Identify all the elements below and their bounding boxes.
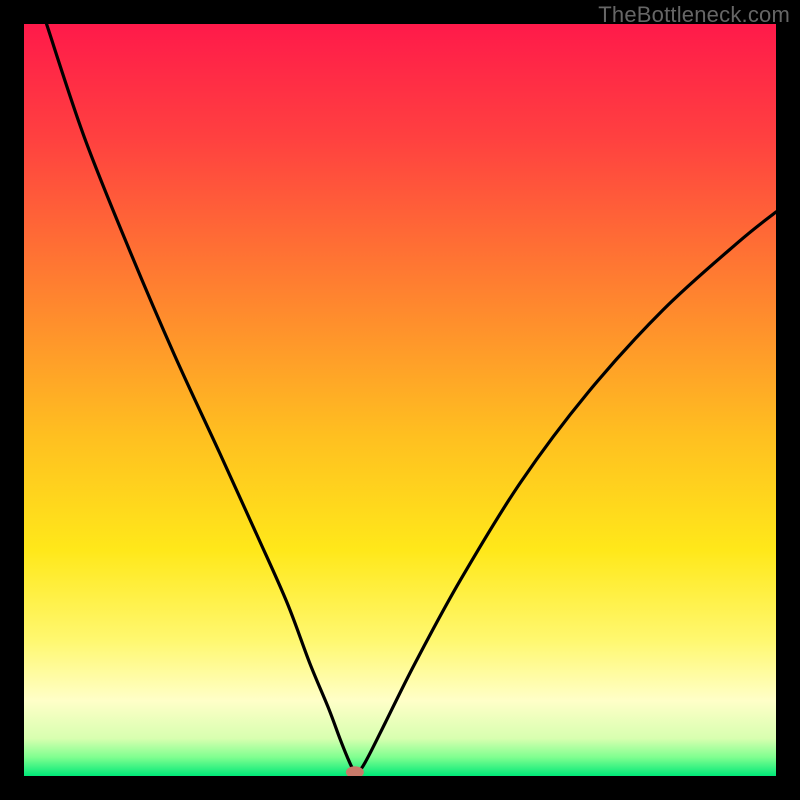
chart-container: TheBottleneck.com (0, 0, 800, 800)
watermark-text: TheBottleneck.com (598, 2, 790, 28)
chart-svg (24, 24, 776, 776)
gradient-background (24, 24, 776, 776)
plot-area (24, 24, 776, 776)
